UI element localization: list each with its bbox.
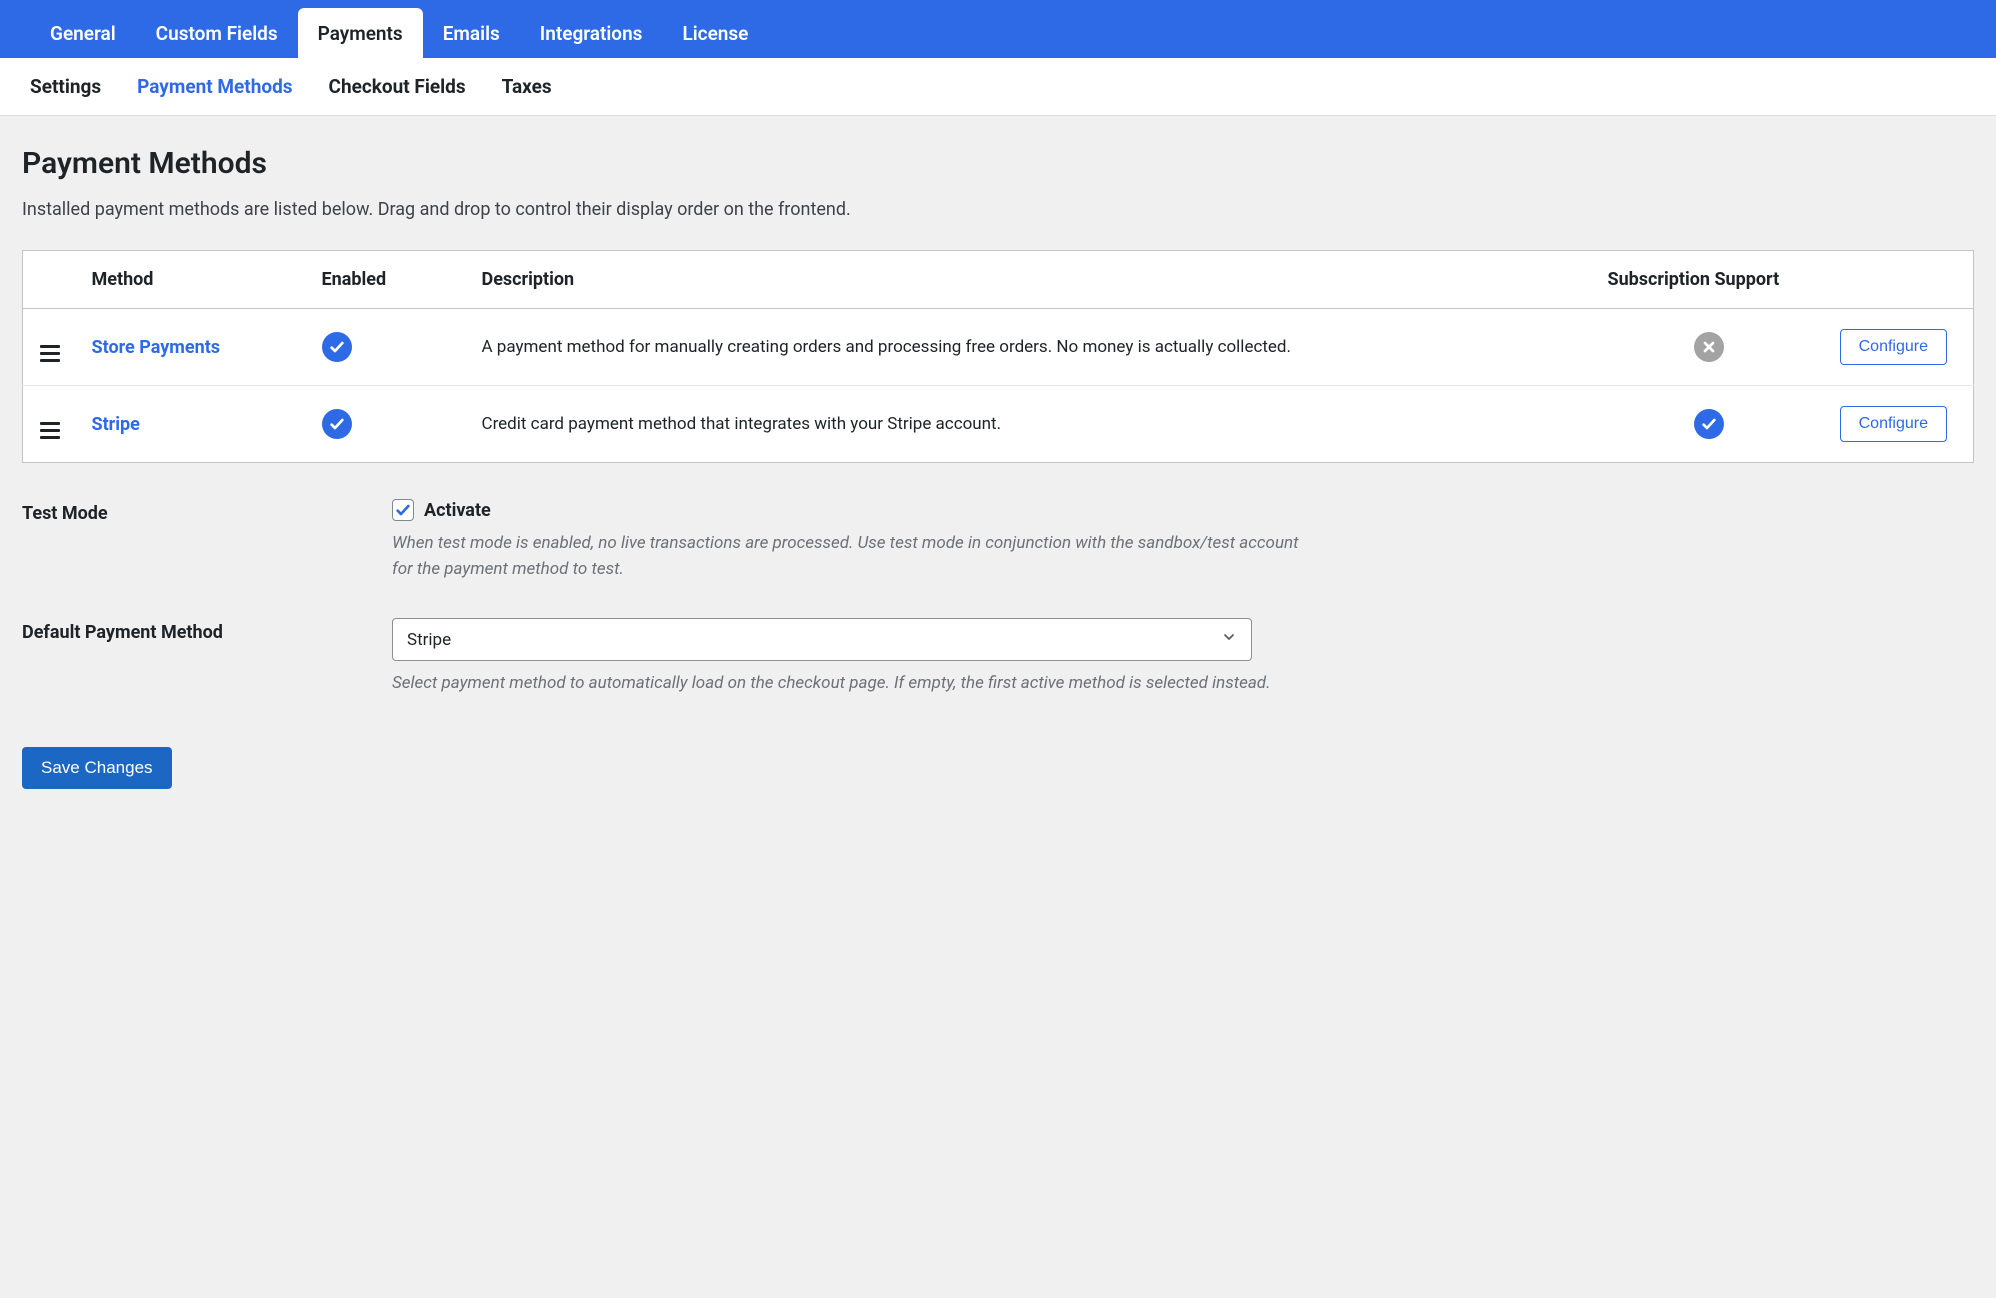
subscription-status-icon (1694, 332, 1724, 362)
default-method-label: Default Payment Method (22, 618, 392, 643)
th-enabled: Enabled (308, 251, 468, 309)
save-button[interactable]: Save Changes (22, 747, 172, 789)
method-description: A payment method for manually creating o… (468, 309, 1594, 386)
page-intro: Installed payment methods are listed bel… (22, 199, 1974, 220)
test-mode-help: When test mode is enabled, no live trans… (392, 531, 1312, 582)
method-link-stripe[interactable]: Stripe (92, 414, 140, 435)
configure-button[interactable]: Configure (1840, 329, 1947, 365)
default-method-help: Select payment method to automatically l… (392, 671, 1312, 697)
tab-custom-fields[interactable]: Custom Fields (136, 8, 298, 58)
tab-payments[interactable]: Payments (298, 8, 423, 58)
enabled-toggle[interactable] (322, 332, 352, 362)
th-description: Description (468, 251, 1594, 309)
th-method: Method (78, 251, 308, 309)
default-method-select[interactable]: Stripe (392, 618, 1252, 661)
test-mode-checkbox-label: Activate (424, 500, 491, 521)
method-description: Credit card payment method that integrat… (468, 386, 1594, 463)
drag-handle-icon[interactable] (40, 345, 60, 362)
tab-integrations[interactable]: Integrations (520, 8, 663, 58)
test-mode-label: Test Mode (22, 499, 392, 524)
enabled-toggle[interactable] (322, 409, 352, 439)
method-link-store-payments[interactable]: Store Payments (92, 337, 221, 358)
table-row: Stripe Credit card payment method that i… (23, 386, 1974, 463)
th-subscription: Subscription Support (1594, 251, 1824, 309)
tab-general[interactable]: General (30, 8, 136, 58)
payment-methods-table: Method Enabled Description Subscription … (22, 250, 1974, 463)
subtab-taxes[interactable]: Taxes (502, 75, 552, 98)
subtab-settings[interactable]: Settings (30, 75, 101, 98)
nav-primary: General Custom Fields Payments Emails In… (0, 0, 1996, 58)
test-mode-checkbox[interactable] (392, 499, 414, 521)
chevron-down-icon (1221, 629, 1237, 650)
default-method-value: Stripe (407, 630, 451, 650)
tab-license[interactable]: License (662, 8, 768, 58)
drag-handle-icon[interactable] (40, 422, 60, 439)
subscription-status-icon (1694, 409, 1724, 439)
subtab-checkout-fields[interactable]: Checkout Fields (329, 75, 466, 98)
setting-default-method: Default Payment Method Stripe Select pay… (22, 618, 1974, 697)
configure-button[interactable]: Configure (1840, 406, 1947, 442)
setting-test-mode: Test Mode Activate When test mode is ena… (22, 499, 1974, 582)
page-title: Payment Methods (22, 146, 1974, 181)
tab-emails[interactable]: Emails (423, 8, 520, 58)
nav-secondary: Settings Payment Methods Checkout Fields… (0, 58, 1996, 116)
subtab-payment-methods[interactable]: Payment Methods (137, 75, 292, 98)
table-row: Store Payments A payment method for manu… (23, 309, 1974, 386)
